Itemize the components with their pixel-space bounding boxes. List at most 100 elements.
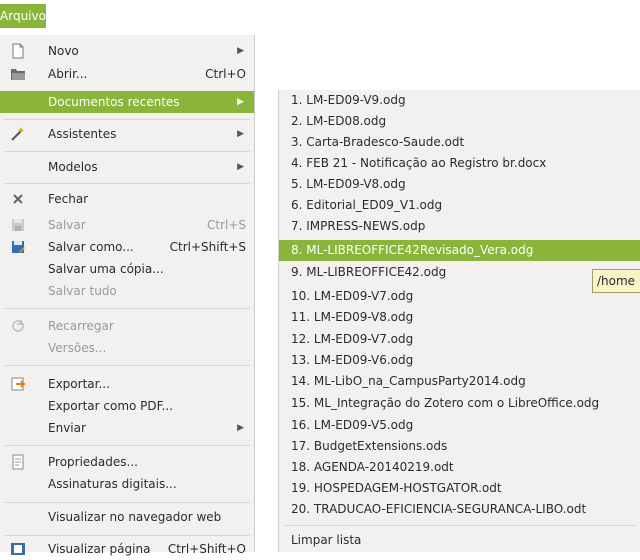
recent-item-label: 1. LM-ED09-V9.odg xyxy=(291,93,406,107)
menu-item-label: Salvar tudo xyxy=(48,284,117,298)
menu-item-visualizar-navegador[interactable]: Visualizar no navegador web xyxy=(0,506,254,528)
menu-item-exportar[interactable]: Exportar... xyxy=(0,373,254,395)
menu-item-label: Novo xyxy=(48,44,79,58)
menu-separator xyxy=(4,445,250,446)
recent-item[interactable]: 11. LM-ED09-V8.odg xyxy=(279,307,640,328)
recent-item-label: 20. TRADUCAO-EFICIENCIA-SEGURANCA-LIBO.o… xyxy=(291,502,587,516)
menu-separator xyxy=(4,365,250,366)
menu-item-label: Exportar... xyxy=(48,377,110,391)
file-menu: Novo ▶ Abrir... Ctrl+O Documentos recent… xyxy=(0,35,255,556)
recent-item-label: 7. IMPRESS-NEWS.odp xyxy=(291,219,426,233)
menu-separator xyxy=(4,308,250,309)
file-path-tooltip: /home xyxy=(592,269,640,293)
submenu-arrow-icon: ▶ xyxy=(237,423,244,433)
close-icon xyxy=(10,191,26,207)
page-preview-icon xyxy=(10,541,26,557)
recent-item[interactable]: 17. BudgetExtensions.ods xyxy=(279,436,640,457)
reload-icon xyxy=(10,318,26,334)
recent-item-label: 14. ML-LibO_na_CampusParty2014.odg xyxy=(291,374,526,388)
menu-item-label: Documentos recentes xyxy=(48,95,180,109)
recent-item-label: 5. LM-ED09-V8.odg xyxy=(291,177,406,191)
recent-item[interactable]: 20. TRADUCAO-EFICIENCIA-SEGURANCA-LIBO.o… xyxy=(279,499,640,520)
submenu-arrow-icon: ▶ xyxy=(237,129,244,139)
export-icon xyxy=(10,376,26,392)
recent-item-label: 17. BudgetExtensions.ods xyxy=(291,439,448,453)
clear-list-item[interactable]: Limpar lista xyxy=(279,530,640,551)
menu-item-exportar-pdf[interactable]: Exportar como PDF... xyxy=(0,395,254,417)
menu-separator xyxy=(283,525,637,526)
menu-item-salvar-copia[interactable]: Salvar uma cópia... xyxy=(0,258,254,280)
menu-separator xyxy=(4,502,250,503)
clear-list-label: Limpar lista xyxy=(291,533,362,547)
recent-item[interactable]: 9. ML-LIBREOFFICE42.odg xyxy=(279,262,640,283)
menu-item-visualizar-pagina[interactable]: Visualizar página Ctrl+Shift+O xyxy=(0,538,254,560)
recent-item[interactable]: 12. LM-ED09-V7.odg xyxy=(279,329,640,350)
menu-item-label: Versões... xyxy=(48,341,107,355)
recent-item[interactable]: 1. LM-ED09-V9.odg xyxy=(279,90,640,111)
recent-item-label: 12. LM-ED09-V7.odg xyxy=(291,332,414,346)
menu-item-propriedades[interactable]: Propriedades... xyxy=(0,451,254,473)
menu-item-label: Salvar uma cópia... xyxy=(48,262,164,276)
menu-separator xyxy=(4,183,250,184)
menu-item-label: Salvar xyxy=(48,218,86,232)
recent-item-selected[interactable]: 8. ML-LIBREOFFICE42Revisado_Vera.odg xyxy=(279,240,640,261)
recent-item-label: 10. LM-ED09-V7.odg xyxy=(291,289,414,303)
submenu-arrow-icon: ▶ xyxy=(237,97,244,107)
recent-item[interactable]: 13. LM-ED09-V6.odg xyxy=(279,350,640,371)
menu-item-label: Visualizar página xyxy=(48,542,151,556)
menu-item-enviar[interactable]: Enviar ▶ xyxy=(0,417,254,439)
recent-item[interactable]: 7. IMPRESS-NEWS.odp xyxy=(279,216,640,237)
save-icon xyxy=(10,217,26,233)
wizard-icon xyxy=(10,126,26,142)
recent-item[interactable]: 6. Editorial_ED09_V1.odg xyxy=(279,195,640,216)
recent-item[interactable]: 3. Carta-Bradesco-Saude.odt xyxy=(279,132,640,153)
menu-item-label: Propriedades... xyxy=(48,455,138,469)
menu-item-salvar-como[interactable]: Salvar como... Ctrl+Shift+S xyxy=(0,236,254,258)
recent-item[interactable]: 14. ML-LibO_na_CampusParty2014.odg xyxy=(279,371,640,392)
menu-item-label: Visualizar no navegador web xyxy=(48,510,222,524)
recent-item-label: 8. ML-LIBREOFFICE42Revisado_Vera.odg xyxy=(291,243,534,257)
recent-item[interactable]: 16. LM-ED09-V5.odg xyxy=(279,415,640,436)
menu-item-recarregar[interactable]: Recarregar xyxy=(0,315,254,337)
menu-item-shortcut: Ctrl+Shift+S xyxy=(169,240,246,254)
menu-item-shortcut: Ctrl+Shift+O xyxy=(167,542,246,556)
menubar: Arquivo xyxy=(0,0,640,28)
menu-item-modelos[interactable]: Modelos ▶ xyxy=(0,156,254,178)
menu-item-versoes[interactable]: Versões... xyxy=(0,337,254,359)
recent-item-label: 16. LM-ED09-V5.odg xyxy=(291,418,414,432)
recent-item-label: 2. LM-ED08.odg xyxy=(291,114,387,128)
recent-item[interactable]: 18. AGENDA-20140219.odt xyxy=(279,457,640,478)
menu-item-label: Exportar como PDF... xyxy=(48,399,174,413)
recent-item-label: 18. AGENDA-20140219.odt xyxy=(291,460,454,474)
menu-item-label: Salvar como... xyxy=(48,240,134,254)
menu-item-salvar[interactable]: Salvar Ctrl+S xyxy=(0,214,254,236)
menu-item-assistentes[interactable]: Assistentes ▶ xyxy=(0,123,254,145)
menu-item-abrir[interactable]: Abrir... Ctrl+O xyxy=(0,63,254,85)
menu-item-shortcut: Ctrl+O xyxy=(205,67,246,81)
menu-item-fechar[interactable]: Fechar xyxy=(0,188,254,210)
recent-item[interactable]: 10. LM-ED09-V7.odg xyxy=(279,286,640,307)
recent-item[interactable]: 5. LM-ED09-V8.odg xyxy=(279,174,640,195)
menu-separator xyxy=(4,151,250,152)
recent-item[interactable]: 19. HOSPEDAGEM-HOSTGATOR.odt xyxy=(279,478,640,499)
new-document-icon xyxy=(10,43,26,59)
recent-item-label: 4. FEB 21 - Notificação ao Registro br.d… xyxy=(291,156,547,170)
menu-arquivo[interactable]: Arquivo xyxy=(0,4,46,28)
recent-item-label: 9. ML-LIBREOFFICE42.odg xyxy=(291,265,447,279)
recent-item-label: 6. Editorial_ED09_V1.odg xyxy=(291,198,443,212)
recent-item[interactable]: 4. FEB 21 - Notificação ao Registro br.d… xyxy=(279,153,640,174)
menu-item-documentos-recentes[interactable]: Documentos recentes ▶ xyxy=(0,91,254,113)
menu-item-label: Recarregar xyxy=(48,319,114,333)
recent-item[interactable]: 15. ML_Integração do Zotero com o LibreO… xyxy=(279,393,640,414)
menu-item-shortcut: Ctrl+S xyxy=(206,218,246,232)
menu-item-salvar-tudo[interactable]: Salvar tudo xyxy=(0,280,254,302)
recent-documents-menu: 1. LM-ED09-V9.odg 2. LM-ED08.odg 3. Cart… xyxy=(278,90,640,552)
submenu-arrow-icon: ▶ xyxy=(237,46,244,56)
menu-item-assinaturas[interactable]: Assinaturas digitais... xyxy=(0,473,254,495)
menu-item-label: Assinaturas digitais... xyxy=(48,477,177,491)
menu-item-novo[interactable]: Novo ▶ xyxy=(0,40,254,62)
menu-item-label: Modelos xyxy=(48,160,98,174)
recent-item-label: 15. ML_Integração do Zotero com o LibreO… xyxy=(291,396,600,410)
recent-item[interactable]: 2. LM-ED08.odg xyxy=(279,111,640,132)
recent-item-label: 11. LM-ED09-V8.odg xyxy=(291,310,414,324)
